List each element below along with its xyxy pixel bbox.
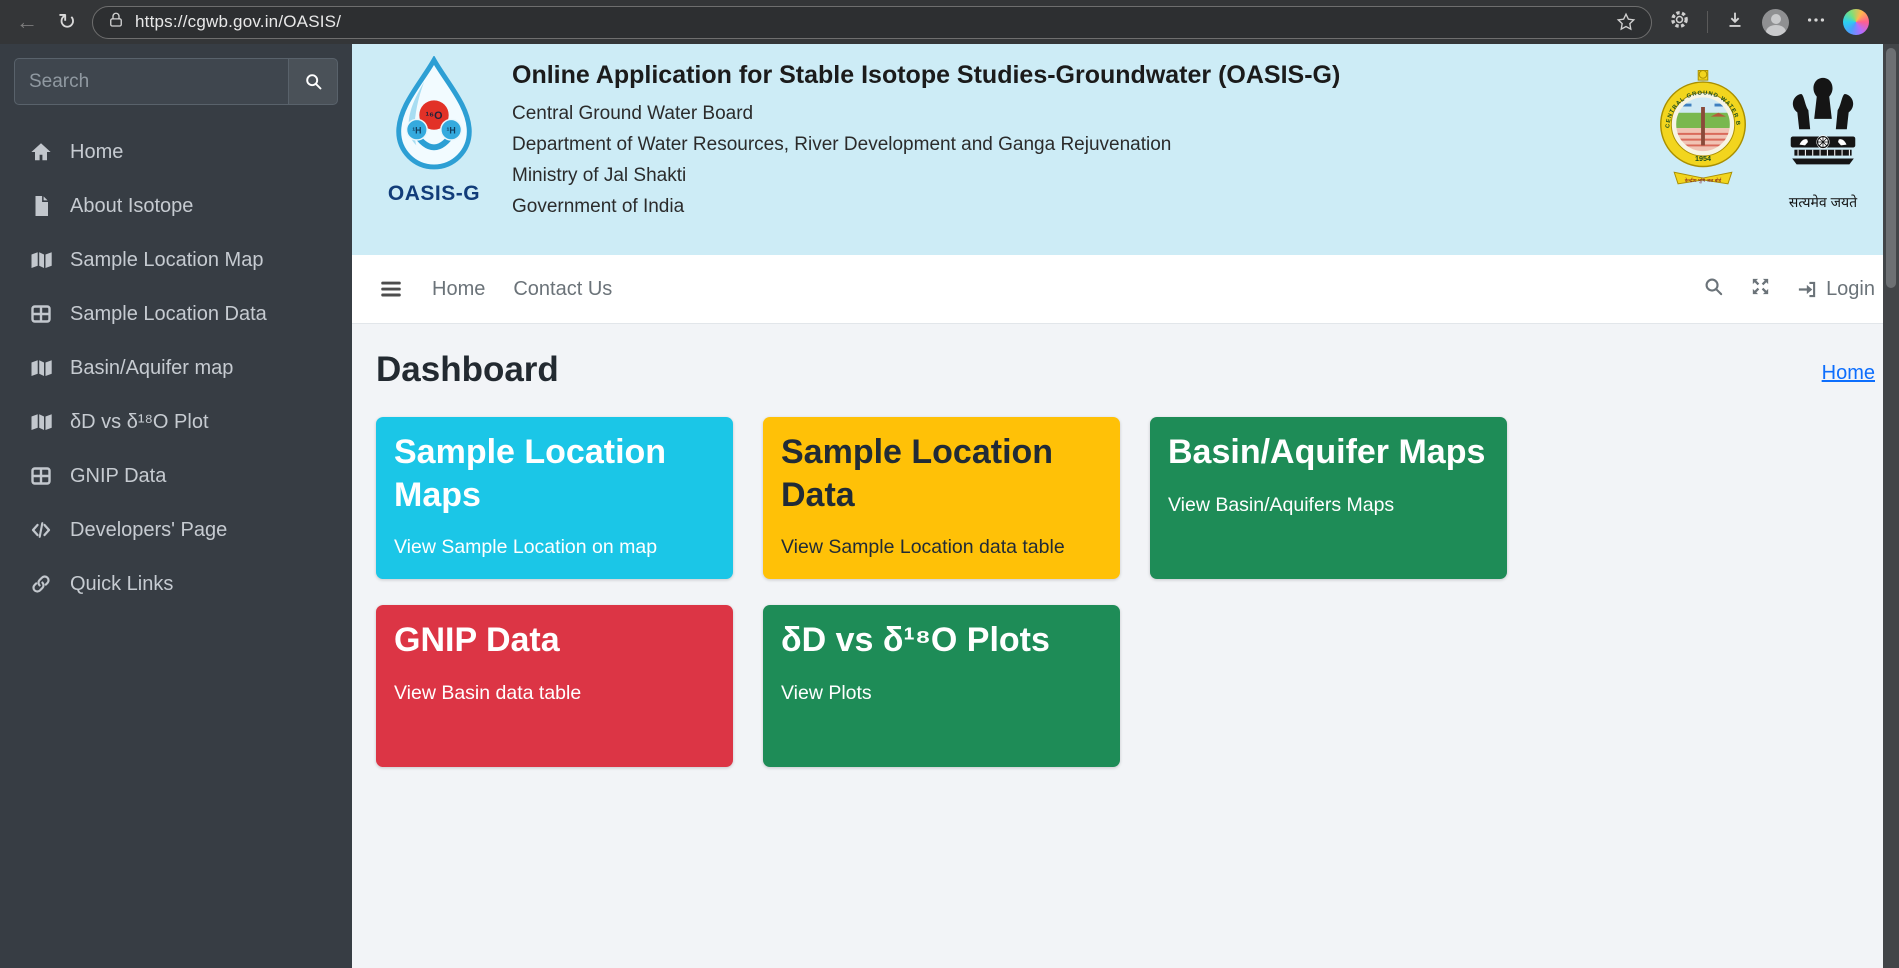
cgwb-seal: CENTRAL GROUND WATER BOARD 1954 केन्द्री… <box>1655 68 1751 194</box>
profile-avatar[interactable] <box>1762 9 1789 36</box>
card-gnip-data[interactable]: GNIP Data View Basin data table <box>376 605 733 767</box>
browser-actions <box>1662 8 1869 36</box>
sidebar-item-label: Home <box>70 141 123 164</box>
sidebar-item-developers-page[interactable]: Developers' Page <box>0 503 352 557</box>
org-line: Ministry of Jal Shakti <box>512 165 1340 187</box>
hydrogen-left-label: ¹H <box>412 126 421 136</box>
card-dd-vs-d18o-plots[interactable]: δD vs δ¹⁸O Plots View Plots <box>763 605 1120 767</box>
sidebar-item-label: Quick Links <box>70 573 173 596</box>
sidebar-item-label: Sample Location Data <box>70 303 267 326</box>
site-masthead: ¹⁶O ¹H ¹H OASIS-G Online Application for… <box>352 44 1899 255</box>
page-scrollbar[interactable] <box>1883 44 1899 968</box>
file-icon <box>29 194 53 218</box>
site-title: Online Application for Stable Isotope St… <box>512 61 1340 90</box>
page-title: Dashboard <box>376 350 559 390</box>
sidebar-item-label: About Isotope <box>70 195 193 218</box>
map-icon <box>29 248 53 272</box>
hydrogen-right-label: ¹H <box>446 126 455 136</box>
scrollbar-thumb[interactable] <box>1886 48 1896 288</box>
sidebar-item-home[interactable]: Home <box>0 125 352 179</box>
fullscreen-icon[interactable] <box>1749 275 1772 303</box>
org-line: Department of Water Resources, River Dev… <box>512 134 1340 156</box>
search-icon <box>303 71 324 92</box>
url-text[interactable]: https://cgwb.gov.in/OASIS/ <box>135 12 341 32</box>
browser-menu-icon[interactable] <box>1805 9 1827 36</box>
card-title: δD vs δ¹⁸O Plots <box>781 619 1102 662</box>
address-bar[interactable]: https://cgwb.gov.in/OASIS/ <box>92 6 1652 39</box>
card-basin-aquifer-maps[interactable]: Basin/Aquifer Maps View Basin/Aquifers M… <box>1150 417 1507 579</box>
emblem-caption: सत्यमेव जयते <box>1779 193 1867 212</box>
water-drop-logo-icon: ¹⁶O ¹H ¹H <box>385 56 483 176</box>
sign-in-icon <box>1796 278 1819 301</box>
sidebar: Home About Isotope Sample Location Map S… <box>0 44 352 968</box>
dashboard-content: Dashboard Home Sample Location Maps View… <box>352 324 1899 968</box>
extensions-icon[interactable] <box>1668 8 1691 36</box>
table-icon <box>29 302 53 326</box>
search-input[interactable] <box>14 58 288 105</box>
sidebar-item-quick-links[interactable]: Quick Links <box>0 557 352 611</box>
card-title: Basin/Aquifer Maps <box>1168 431 1489 474</box>
sidebar-item-gnip-data[interactable]: GNIP Data <box>0 449 352 503</box>
sidebar-item-about-isotope[interactable]: About Isotope <box>0 179 352 233</box>
sidebar-item-label: GNIP Data <box>70 465 166 488</box>
card-sample-location-maps[interactable]: Sample Location Maps View Sample Locatio… <box>376 417 733 579</box>
oasis-logo-label: OASIS-G <box>378 182 490 206</box>
browser-window: ← ↻ https://cgwb.gov.in/OASIS/ <box>0 0 1899 968</box>
card-title: GNIP Data <box>394 619 715 662</box>
nav-link-contact-us[interactable]: Contact Us <box>513 278 612 301</box>
sidebar-item-label: δD vs δ¹⁸O Plot <box>70 411 209 434</box>
card-subtitle: View Basin/Aquifers Maps <box>1168 494 1489 517</box>
card-title: Sample Location Data <box>781 431 1102 516</box>
sidebar-item-label: Sample Location Map <box>70 249 263 272</box>
map-icon <box>29 410 53 434</box>
lock-icon[interactable] <box>107 11 125 34</box>
downloads-icon[interactable] <box>1724 9 1746 36</box>
code-icon <box>29 518 53 542</box>
link-icon <box>29 572 53 596</box>
login-label: Login <box>1826 278 1875 301</box>
login-button[interactable]: Login <box>1796 278 1875 301</box>
favorite-star-icon[interactable] <box>1615 11 1637 33</box>
copilot-icon[interactable] <box>1843 9 1869 35</box>
card-sample-location-data[interactable]: Sample Location Data View Sample Locatio… <box>763 417 1120 579</box>
toolbar-divider <box>1707 11 1708 33</box>
home-icon <box>29 140 53 164</box>
refresh-icon[interactable]: ↻ <box>52 7 82 37</box>
oasis-logo: ¹⁶O ¹H ¹H OASIS-G <box>378 56 490 206</box>
search-button[interactable] <box>288 58 338 105</box>
india-emblem: सत्यमेव जयते <box>1779 68 1867 212</box>
back-icon[interactable]: ← <box>12 7 42 37</box>
map-icon <box>29 356 53 380</box>
card-subtitle: View Sample Location data table <box>781 536 1102 559</box>
card-title: Sample Location Maps <box>394 431 715 516</box>
sidebar-item-label: Basin/Aquifer map <box>70 357 233 380</box>
masthead-titles: Online Application for Stable Isotope St… <box>512 61 1340 218</box>
top-navbar: Home Contact Us Login <box>352 255 1899 324</box>
card-subtitle: View Plots <box>781 682 1102 705</box>
sidebar-item-sample-location-map[interactable]: Sample Location Map <box>0 233 352 287</box>
sidebar-item-basin-aquifer-map[interactable]: Basin/Aquifer map <box>0 341 352 395</box>
breadcrumb-home-link[interactable]: Home <box>1822 362 1875 385</box>
org-line: Central Ground Water Board <box>512 103 1340 125</box>
ashoka-emblem-icon <box>1779 68 1867 186</box>
browser-toolbar: ← ↻ https://cgwb.gov.in/OASIS/ <box>0 0 1899 44</box>
org-line: Government of India <box>512 196 1340 218</box>
sidebar-search <box>14 58 338 105</box>
card-subtitle: View Sample Location on map <box>394 536 715 559</box>
hamburger-menu-icon[interactable] <box>378 276 404 302</box>
sidebar-menu: Home About Isotope Sample Location Map S… <box>0 125 352 611</box>
sidebar-item-label: Developers' Page <box>70 519 227 542</box>
seal-year: 1954 <box>1695 154 1711 163</box>
oxygen-label: ¹⁶O <box>426 110 443 122</box>
navbar-search-icon[interactable] <box>1702 275 1725 303</box>
nav-link-home[interactable]: Home <box>432 278 485 301</box>
card-subtitle: View Basin data table <box>394 682 715 705</box>
table-icon <box>29 464 53 488</box>
sidebar-item-dd-vs-d18o-plot[interactable]: δD vs δ¹⁸O Plot <box>0 395 352 449</box>
dashboard-cards: Sample Location Maps View Sample Locatio… <box>376 417 1875 767</box>
sidebar-item-sample-location-data[interactable]: Sample Location Data <box>0 287 352 341</box>
